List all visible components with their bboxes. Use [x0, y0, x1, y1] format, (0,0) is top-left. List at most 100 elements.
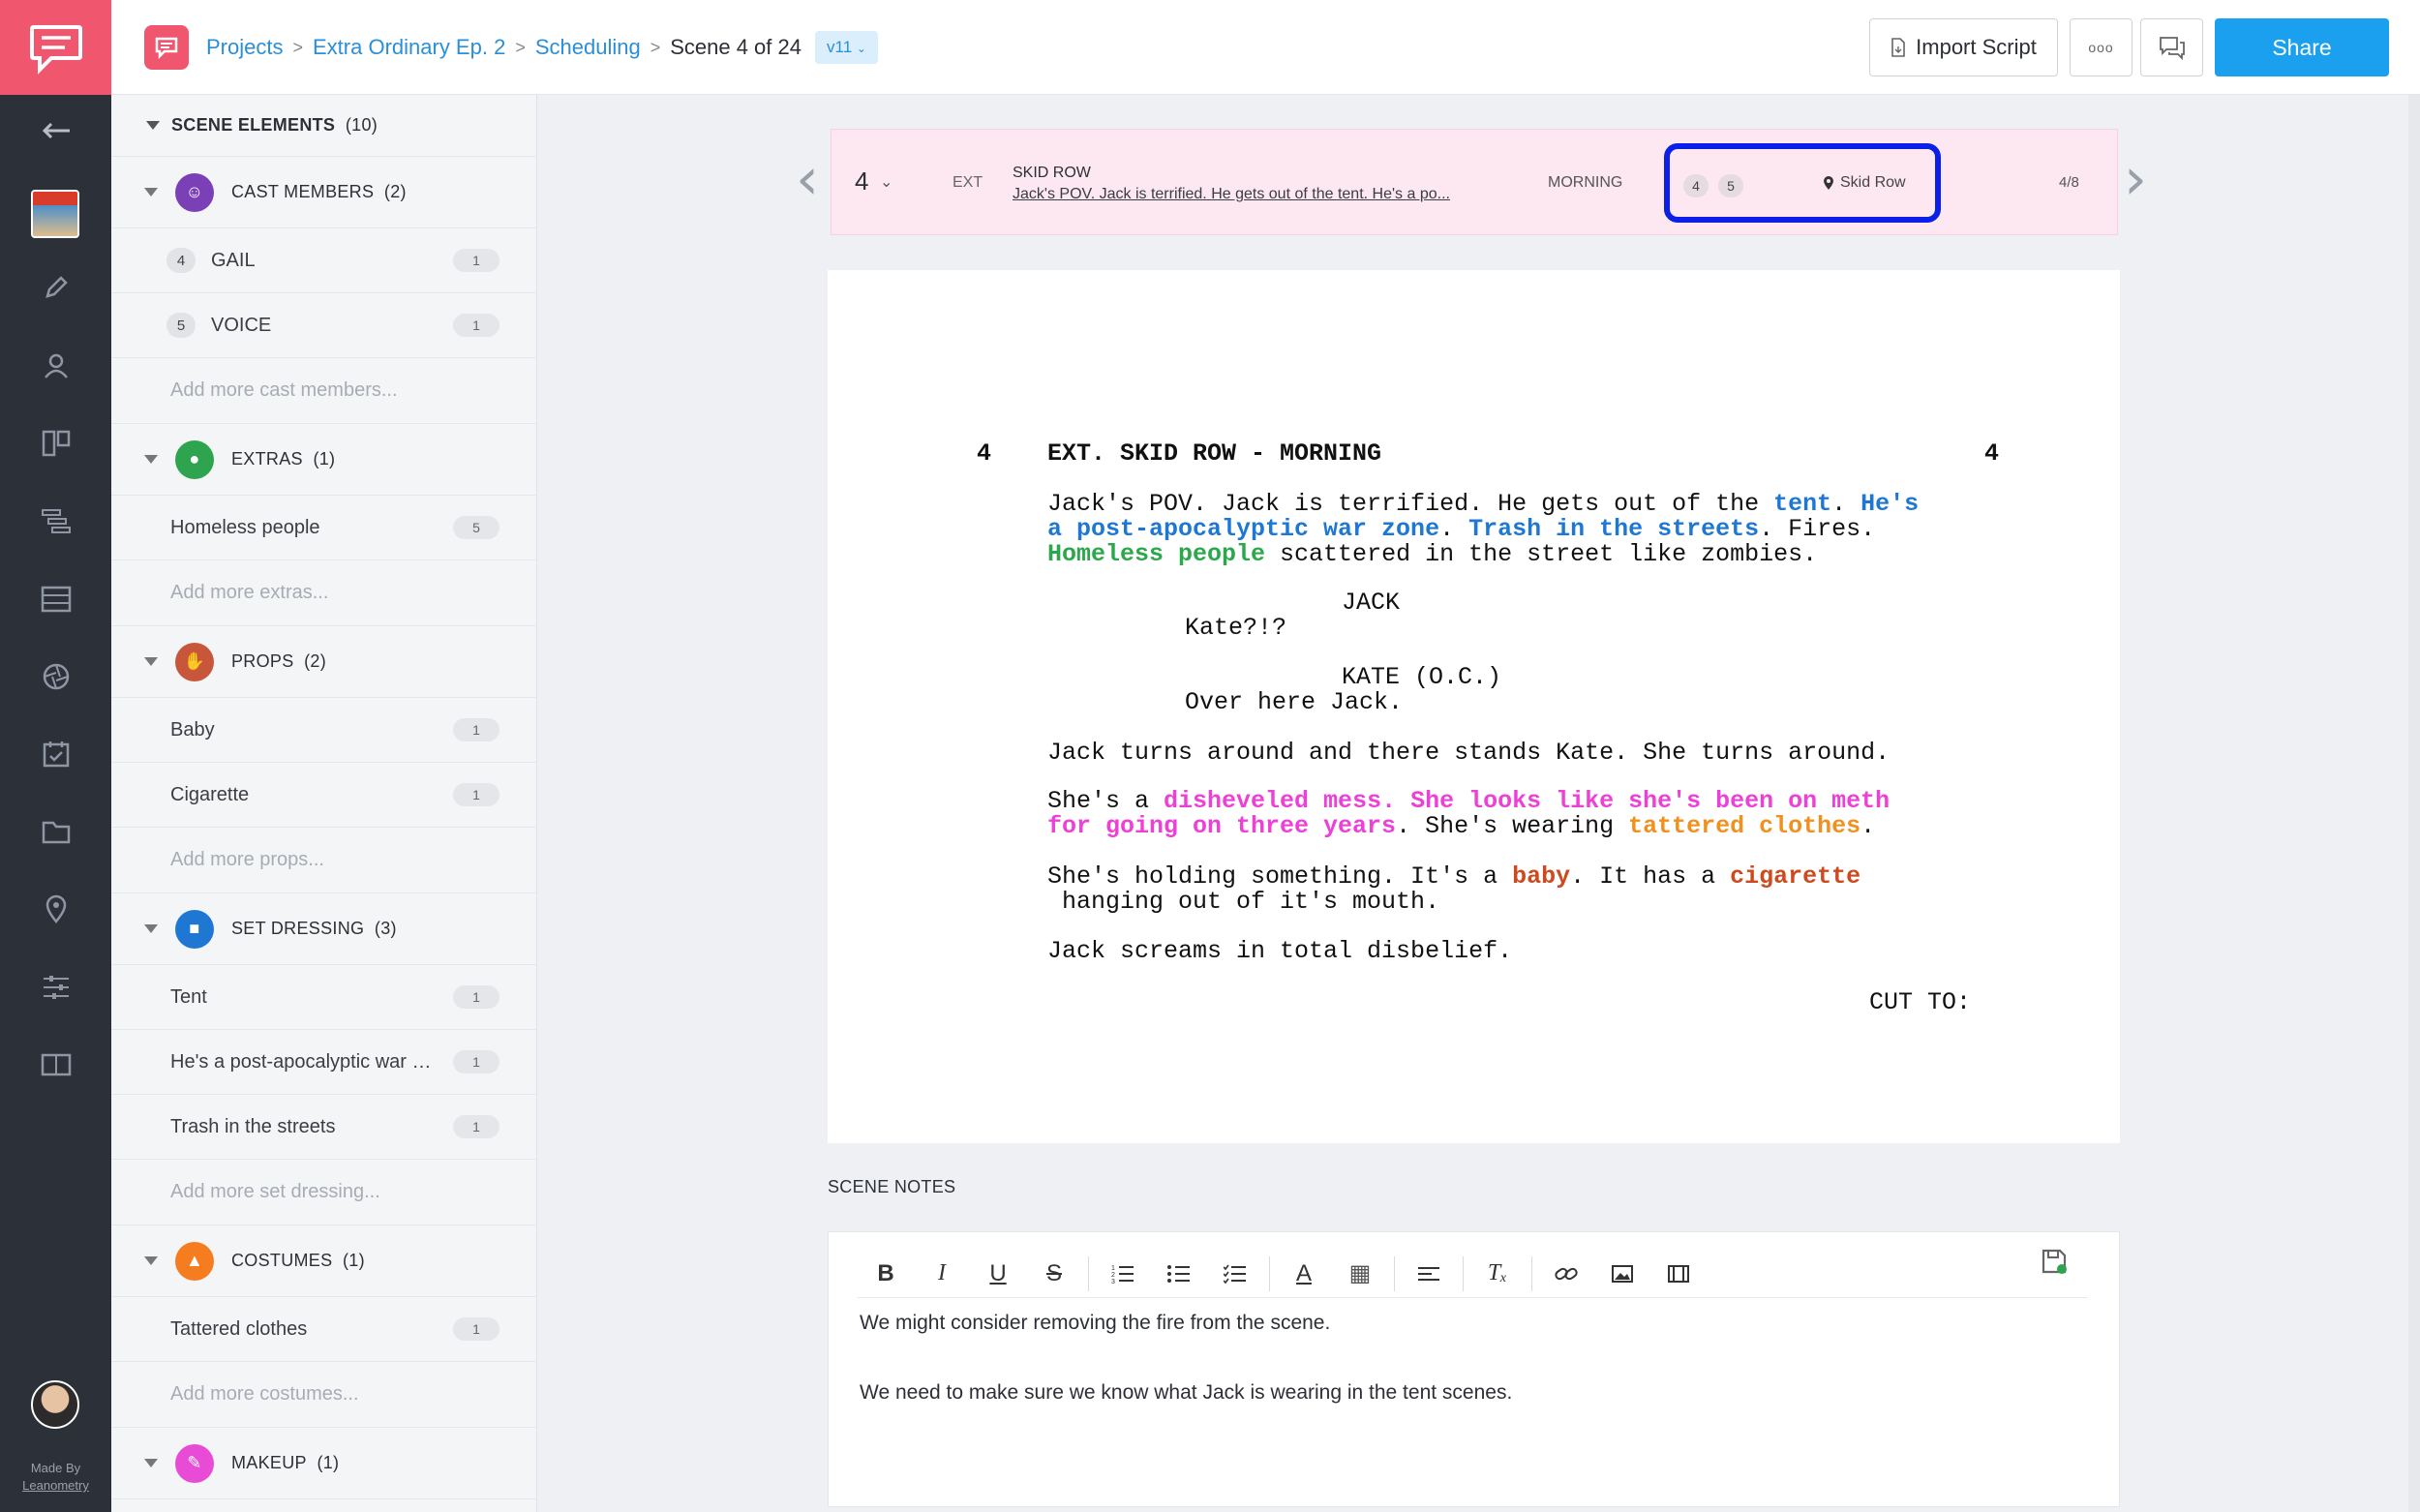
tagged-costume[interactable]: tattered clothes [1628, 812, 1860, 840]
list-item[interactable]: Baby 1 [111, 698, 536, 763]
list-item[interactable]: Tattered clothes 1 [111, 1297, 536, 1362]
scene-strip[interactable]: 4 ⌄ EXT SKID ROW Jack's POV. Jack is ter… [831, 129, 2118, 235]
transition: CUT TO: [1869, 988, 1972, 1016]
text-color-icon[interactable]: A [1276, 1255, 1332, 1293]
action-line: Jack turns around and there stands Kate.… [1047, 739, 1891, 767]
category-label: COSTUMES [231, 1251, 333, 1270]
save-icon[interactable] [2041, 1248, 2068, 1275]
storyboard-icon[interactable] [0, 414, 111, 472]
scene-notes-editor[interactable]: B I U S 123 A ▦ Tₓ We might consider rem… [828, 1231, 2120, 1507]
more-options-button[interactable]: ooo [2070, 18, 2133, 76]
item-count-badge: 1 [453, 314, 499, 337]
list-item[interactable]: Cigarette 1 [111, 763, 536, 828]
checklist-icon[interactable] [1207, 1255, 1263, 1293]
tagged-extras[interactable]: Homeless people [1047, 540, 1265, 568]
tagged-prop[interactable]: baby [1512, 862, 1570, 891]
book-icon[interactable] [0, 1036, 111, 1094]
category-cast-members[interactable]: ☺ CAST MEMBERS (2) [111, 157, 536, 228]
list-item[interactable]: 5 VOICE 1 [111, 293, 536, 358]
tagged-makeup[interactable]: disheveled mess. She looks like she's be… [1164, 787, 1890, 815]
folder-icon[interactable] [0, 802, 111, 861]
aperture-icon[interactable] [0, 648, 111, 706]
project-chat-icon[interactable] [144, 25, 189, 70]
share-button[interactable]: Share [2215, 18, 2389, 76]
tagged-prop[interactable]: cigarette [1730, 862, 1860, 891]
underline-icon[interactable]: U [970, 1255, 1026, 1293]
category-count: (3) [374, 919, 397, 938]
location-pin-icon[interactable] [0, 880, 111, 938]
sliders-icon[interactable] [0, 958, 111, 1016]
category-label: CAST MEMBERS [231, 182, 375, 201]
category-makeup[interactable]: ✎ MAKEUP (1) [111, 1428, 536, 1499]
scene-notes-label: SCENE NOTES [828, 1177, 956, 1196]
back-arrow-icon[interactable] [0, 102, 111, 160]
clear-format-icon[interactable]: Tₓ [1469, 1255, 1526, 1293]
list-item[interactable]: Trash in the streets 1 [111, 1095, 536, 1160]
pencil-icon[interactable] [0, 258, 111, 317]
add-more-cast-input[interactable]: Add more cast members... [111, 358, 536, 424]
cast-badge: 4 [1683, 174, 1709, 197]
align-icon[interactable] [1401, 1255, 1457, 1293]
breadcrumb-scheduling[interactable]: Scheduling [535, 35, 641, 60]
bullet-list-icon[interactable] [1151, 1255, 1207, 1293]
item-count-badge: 1 [453, 1317, 499, 1341]
add-more-extras-input[interactable]: Add more extras... [111, 560, 536, 626]
cast-number-badge: 4 [166, 248, 196, 273]
tagged-makeup[interactable]: for going on three years [1047, 812, 1396, 840]
list-item[interactable]: 4 GAIL 1 [111, 228, 536, 293]
category-props[interactable]: ✋ PROPS (2) [111, 626, 536, 698]
script-text: She's a [1047, 787, 1165, 815]
highlight-color-icon[interactable]: ▦ [1332, 1255, 1388, 1293]
previous-scene-arrow-icon[interactable]: ‹ [796, 150, 819, 208]
list-item[interactable]: He's a post-apocalyptic war zone 1 [111, 1030, 536, 1095]
italic-icon[interactable]: I [914, 1255, 970, 1293]
version-dropdown[interactable]: v11 ⌄ [815, 31, 878, 64]
scene-description-link[interactable]: Jack's POV. Jack is terrified. He gets o… [1013, 186, 1487, 203]
add-more-set-dressing-input[interactable]: Add more set dressing... [111, 1160, 536, 1225]
add-more-props-input[interactable]: Add more props... [111, 828, 536, 893]
add-more-costumes-input[interactable]: Add more costumes... [111, 1362, 536, 1428]
link-icon[interactable] [1538, 1255, 1594, 1293]
action-line: She's holding something. It's a baby. It… [1047, 864, 1860, 890]
project-thumbnail[interactable] [31, 190, 79, 238]
more-options-icon: ooo [2088, 40, 2114, 55]
cast-person-icon[interactable] [0, 337, 111, 395]
location-label: Skid Row [1823, 174, 1906, 192]
video-icon[interactable] [1650, 1255, 1707, 1293]
chevron-down-icon[interactable]: ⌄ [880, 172, 892, 192]
left-rail: Made By Leanometry [0, 0, 111, 1512]
list-item[interactable]: Homeless people 5 [111, 496, 536, 560]
script-page[interactable]: 4 EXT. SKID ROW - MORNING 4 Jack's POV. … [828, 270, 2120, 1143]
made-by-label: Made By Leanometry [22, 1461, 89, 1493]
tagged-set-dressing[interactable]: Trash in the streets [1468, 515, 1759, 543]
breadcrumb-episode[interactable]: Extra Ordinary Ep. 2 [313, 35, 505, 60]
category-costumes[interactable]: ▲ COSTUMES (1) [111, 1225, 536, 1297]
chevron-right-icon: > [292, 37, 303, 57]
user-avatar[interactable] [31, 1380, 79, 1429]
calendar-icon[interactable] [0, 725, 111, 783]
chevron-right-icon: > [515, 37, 526, 57]
strikethrough-icon[interactable]: S [1026, 1255, 1082, 1293]
shot-list-icon[interactable] [0, 570, 111, 628]
category-extras[interactable]: ● EXTRAS (1) [111, 424, 536, 496]
numbered-list-icon[interactable]: 123 [1095, 1255, 1151, 1293]
next-scene-arrow-icon[interactable]: › [2124, 150, 2147, 208]
cast-location-highlight[interactable]: 4 5 Skid Row [1664, 143, 1941, 223]
note-line: We might consider removing the fire from… [860, 1312, 1331, 1334]
image-icon[interactable] [1594, 1255, 1650, 1293]
import-script-button[interactable]: Import Script [1869, 18, 2058, 76]
dialogue-line: Kate?!? [1185, 614, 1287, 642]
tagged-set-dressing[interactable]: He's [1860, 490, 1919, 518]
tagged-set-dressing[interactable]: tent [1773, 490, 1831, 518]
breadcrumb-projects[interactable]: Projects [206, 35, 283, 60]
tagged-set-dressing[interactable]: a post-apocalyptic war zone [1047, 515, 1439, 543]
main-scrollbar[interactable] [2408, 95, 2420, 1512]
comments-button[interactable] [2140, 18, 2203, 76]
app-logo-icon[interactable] [0, 0, 111, 95]
scene-elements-header[interactable]: SCENE ELEMENTS (10) [111, 95, 536, 157]
page-count: 4/8 [2059, 174, 2079, 191]
category-set-dressing[interactable]: ■ SET DRESSING (3) [111, 893, 536, 965]
list-item[interactable]: Tent 1 [111, 965, 536, 1030]
bold-icon[interactable]: B [858, 1255, 914, 1293]
schedule-strips-icon[interactable] [0, 492, 111, 550]
